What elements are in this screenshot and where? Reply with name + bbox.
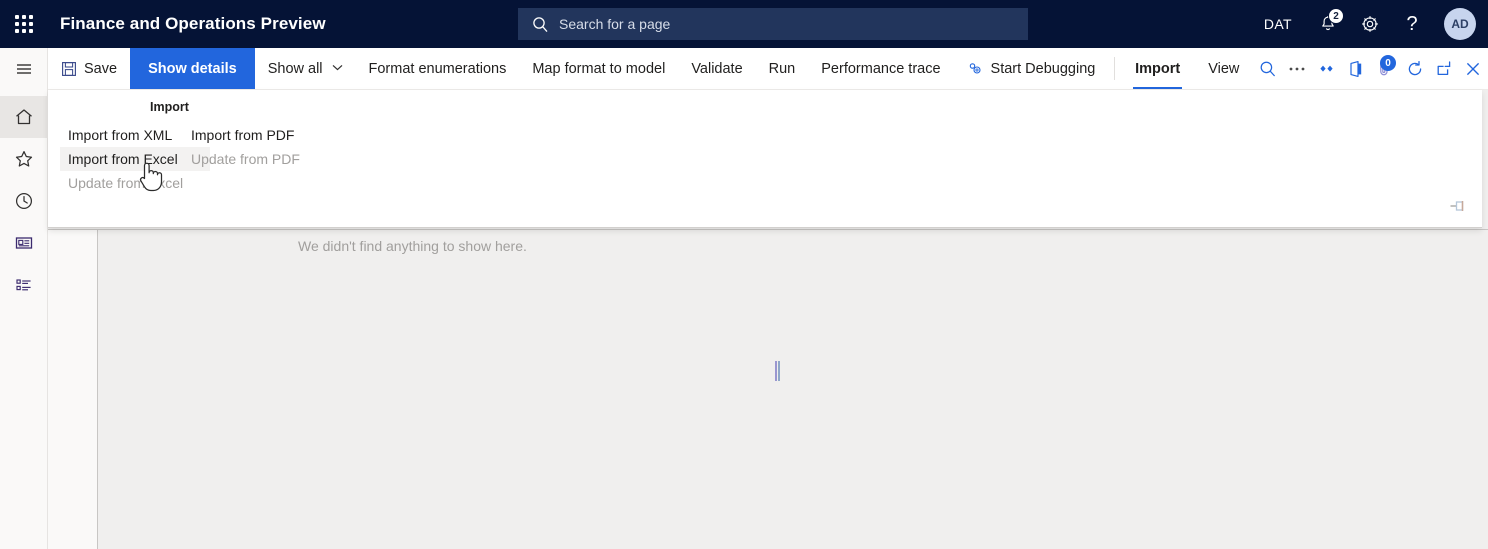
performance-trace-button[interactable]: Performance trace: [808, 48, 953, 89]
overflow-ellipsis-icon: [1289, 67, 1305, 70]
open-in-new-window-icon: [1437, 60, 1451, 75]
save-label: Save: [84, 60, 118, 77]
menu-column-2: Import from PDF Update from PDF: [183, 123, 333, 171]
tab-view[interactable]: View: [1194, 48, 1253, 89]
format-enumerations-label: Format enumerations: [368, 60, 507, 77]
start-debugging-button[interactable]: Start Debugging: [954, 48, 1109, 89]
search-icon: [532, 16, 549, 33]
save-button[interactable]: Save: [48, 48, 130, 89]
notification-count-badge: 2: [1328, 8, 1344, 24]
start-debugging-label: Start Debugging: [990, 60, 1096, 77]
app-root: Finance and Operations Preview Search fo…: [0, 0, 1488, 549]
office-apps-button[interactable]: [1341, 48, 1370, 89]
show-all-label: Show all: [267, 60, 323, 77]
overflow-menu-button[interactable]: [1283, 48, 1312, 89]
search-placeholder-text: Search for a page: [559, 16, 671, 32]
map-format-to-model-button[interactable]: Map format to model: [519, 48, 678, 89]
menu-item-update-from-pdf: Update from PDF: [191, 151, 300, 167]
settings-button[interactable]: [1350, 0, 1390, 48]
top-header: Finance and Operations Preview Search fo…: [0, 0, 1488, 48]
tab-import-label: Import: [1135, 60, 1181, 77]
loading-caret-indicator: [775, 361, 780, 381]
list-icon: [16, 279, 31, 291]
command-bar-divider: [1114, 57, 1116, 80]
empty-state-message: We didn't find anything to show here.: [298, 238, 527, 254]
import-dropdown-panel: Import Import from XML Import from Excel…: [48, 90, 1482, 228]
left-nav-rail: [0, 48, 48, 549]
map-format-to-model-label: Map format to model: [532, 60, 666, 77]
filter-search-button[interactable]: [1253, 48, 1282, 89]
app-launcher-icon: [15, 15, 33, 33]
pin-ribbon-button[interactable]: [1448, 198, 1468, 219]
app-title: Finance and Operations Preview: [60, 14, 326, 33]
chevron-down-icon: [332, 63, 343, 74]
clock-icon: [15, 192, 33, 210]
save-floppy-icon: [62, 61, 76, 76]
sidebar-item-recent[interactable]: [0, 180, 48, 222]
attachments-button[interactable]: 0: [1371, 48, 1400, 89]
open-in-new-window-button[interactable]: [1429, 48, 1458, 89]
format-enumerations-button[interactable]: Format enumerations: [356, 48, 520, 89]
hamburger-icon: [17, 64, 31, 74]
home-icon: [16, 109, 32, 125]
performance-trace-label: Performance trace: [821, 60, 941, 77]
notifications-button[interactable]: 2: [1308, 0, 1348, 48]
content-side-column: [48, 230, 98, 549]
validate-label: Validate: [691, 60, 743, 77]
sidebar-item-modules[interactable]: [0, 264, 48, 306]
sidebar-item-hamburger[interactable]: [0, 48, 48, 90]
menu-item-update-from-excel: Update from Excel: [68, 175, 184, 191]
refresh-button[interactable]: [1400, 48, 1429, 89]
office-app-icon: [1350, 60, 1362, 77]
search-icon: [1260, 61, 1276, 76]
debug-gears-icon: [969, 62, 981, 74]
header-actions: DAT 2 ? AD: [1250, 0, 1480, 48]
company-selector[interactable]: DAT: [1250, 0, 1306, 48]
personalize-diamond-icon: [1320, 65, 1333, 72]
show-details-button[interactable]: Show details: [130, 48, 255, 89]
show-all-button[interactable]: Show all: [255, 48, 356, 89]
personalize-button[interactable]: [1312, 48, 1341, 89]
workspace-icon: [15, 237, 33, 249]
question-mark-icon: ?: [1406, 13, 1418, 35]
attachments-count-badge: 0: [1380, 55, 1397, 71]
show-details-label: Show details: [148, 60, 237, 77]
validate-button[interactable]: Validate: [678, 48, 755, 89]
global-search-box[interactable]: Search for a page: [518, 8, 1028, 40]
sidebar-item-home[interactable]: [0, 96, 48, 138]
pin-icon: [1450, 201, 1464, 211]
refresh-icon: [1408, 60, 1421, 75]
star-icon: [15, 150, 33, 167]
gear-icon: [1362, 16, 1378, 32]
tab-import[interactable]: Import: [1121, 48, 1194, 89]
menu-item-import-from-pdf[interactable]: Import from PDF: [183, 123, 333, 147]
help-button[interactable]: ?: [1392, 0, 1432, 48]
run-label: Run: [768, 60, 796, 77]
tab-view-label: View: [1208, 60, 1240, 77]
app-launcher-button[interactable]: [0, 0, 48, 48]
main-content-area: We didn't find anything to show here.: [48, 229, 1488, 549]
sidebar-item-favorites[interactable]: [0, 138, 48, 180]
avatar[interactable]: AD: [1444, 8, 1476, 40]
close-icon: [1467, 62, 1480, 75]
panel-group-title: Import: [150, 100, 189, 114]
close-button[interactable]: [1459, 48, 1488, 89]
command-bar: Save Show details Show all Format enumer…: [48, 48, 1488, 90]
sidebar-item-workspaces[interactable]: [0, 222, 48, 264]
run-button[interactable]: Run: [756, 48, 809, 89]
